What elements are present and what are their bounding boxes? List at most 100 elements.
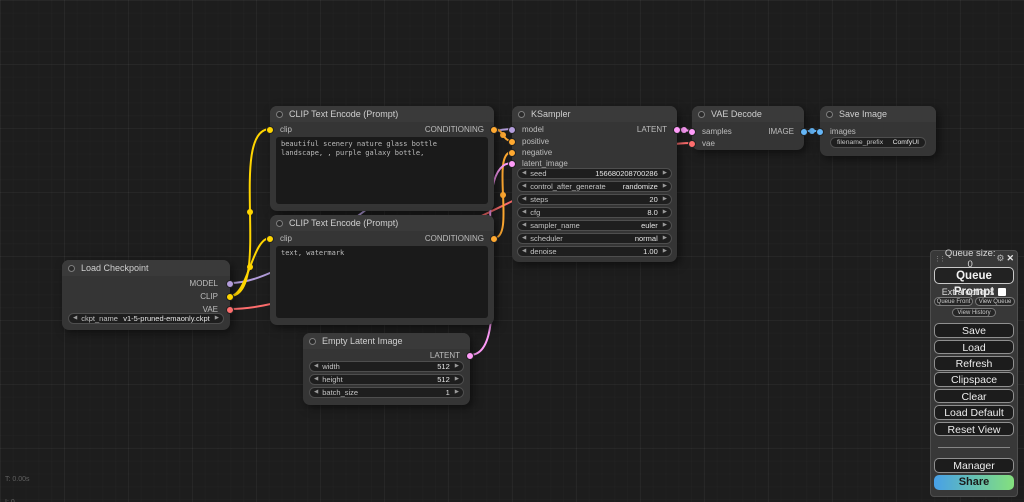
extra-options-checkbox[interactable] — [998, 288, 1006, 296]
widget-value: v1-5-pruned-emaonly.ckpt — [118, 314, 210, 323]
settings-gear-icon[interactable]: ⚙ — [996, 253, 1004, 264]
node-clip-text-encode-negative[interactable]: CLIP Text Encode (Prompt) clip CONDITION… — [270, 215, 494, 325]
batch-size-widget[interactable]: ◀ batch_size 1 ▶ — [309, 387, 464, 398]
ckpt-name-widget[interactable]: ◀ ckpt_name v1-5-pruned-emaonly.ckpt ▶ — [68, 313, 224, 324]
samples-input-port[interactable] — [688, 128, 696, 136]
conditioning-output-port[interactable] — [490, 126, 498, 134]
arrow-right-icon[interactable]: ▶ — [663, 220, 667, 231]
vae-input-port[interactable] — [688, 140, 696, 148]
share-button[interactable]: Share — [934, 475, 1014, 490]
latent-image-input-port[interactable] — [508, 160, 516, 168]
arrow-left-icon[interactable]: ◀ — [314, 387, 318, 398]
arrow-left-icon[interactable]: ◀ — [522, 181, 526, 192]
queue-prompt-button[interactable]: Queue Prompt — [934, 267, 1014, 284]
node-title-bar[interactable]: Save Image — [820, 106, 936, 122]
cfg-widget[interactable]: ◀ cfg 8.0 ▶ — [517, 207, 672, 218]
collapse-dot-icon[interactable] — [276, 111, 283, 118]
negative-prompt-textarea[interactable]: text, watermark — [276, 246, 488, 318]
arrow-left-icon[interactable]: ◀ — [522, 207, 526, 218]
collapse-dot-icon[interactable] — [826, 111, 833, 118]
widget-label: cfg — [530, 208, 540, 217]
latent-output-port[interactable] — [466, 352, 474, 360]
input-label-negative: negative — [522, 148, 552, 157]
model-input-port[interactable] — [508, 126, 516, 134]
node-save-image[interactable]: Save Image images filename_prefix ComfyU… — [820, 106, 936, 156]
clip-input-port[interactable] — [266, 126, 274, 134]
close-icon[interactable]: ✕ — [1006, 253, 1014, 264]
input-label-images: images — [830, 127, 856, 136]
clear-button[interactable]: Clear — [934, 389, 1014, 404]
arrow-left-icon[interactable]: ◀ — [314, 361, 318, 372]
images-input-port[interactable] — [816, 128, 824, 136]
vae-output-port[interactable] — [226, 306, 234, 314]
filename-prefix-widget[interactable]: filename_prefix ComfyUI — [830, 137, 926, 148]
arrow-right-icon[interactable]: ▶ — [663, 194, 667, 205]
load-button[interactable]: Load — [934, 340, 1014, 355]
arrow-left-icon[interactable]: ◀ — [314, 374, 318, 385]
arrow-right-icon[interactable]: ▶ — [455, 374, 459, 385]
width-widget[interactable]: ◀ width 512 ▶ — [309, 361, 464, 372]
menu-divider — [938, 447, 1010, 448]
arrow-right-icon[interactable]: ▶ — [663, 246, 667, 257]
positive-input-port[interactable] — [508, 138, 516, 146]
node-title-bar[interactable]: CLIP Text Encode (Prompt) — [270, 215, 494, 231]
save-button[interactable]: Save — [934, 323, 1014, 338]
arrow-left-icon[interactable]: ◀ — [522, 220, 526, 231]
node-clip-text-encode-positive[interactable]: CLIP Text Encode (Prompt) clip CONDITION… — [270, 106, 494, 211]
manager-button[interactable]: Manager — [934, 458, 1014, 473]
node-empty-latent-image[interactable]: Empty Latent Image LATENT ◀ width 512 ▶ … — [303, 333, 470, 405]
seed-widget[interactable]: ◀ seed 156680208700286 ▶ — [517, 168, 672, 179]
widget-value: ComfyUI — [883, 139, 919, 146]
load-default-button[interactable]: Load Default — [934, 405, 1014, 420]
node-title-bar[interactable]: Load Checkpoint — [62, 260, 230, 276]
refresh-button[interactable]: Refresh — [934, 356, 1014, 371]
collapse-dot-icon[interactable] — [698, 111, 705, 118]
queue-front-button[interactable]: Queue Front — [934, 297, 973, 306]
arrow-right-icon[interactable]: ▶ — [663, 181, 667, 192]
node-title-bar[interactable]: Empty Latent Image — [303, 333, 470, 349]
arrow-right-icon[interactable]: ▶ — [663, 233, 667, 244]
image-output-port[interactable] — [800, 128, 808, 136]
arrow-right-icon[interactable]: ▶ — [663, 168, 667, 179]
height-widget[interactable]: ◀ height 512 ▶ — [309, 374, 464, 385]
clip-input-port[interactable] — [266, 235, 274, 243]
arrow-left-icon[interactable]: ◀ — [522, 246, 526, 257]
drag-handle-icon[interactable]: ⋮⋮ — [934, 255, 944, 263]
arrow-left-icon[interactable]: ◀ — [522, 194, 526, 205]
control-after-generate-widget[interactable]: ◀ control_after_generate randomize ▶ — [517, 181, 672, 192]
arrow-left-icon[interactable]: ◀ — [522, 233, 526, 244]
view-history-button[interactable]: View History — [952, 308, 996, 317]
clipspace-button[interactable]: Clipspace — [934, 372, 1014, 387]
clip-output-port[interactable] — [226, 293, 234, 301]
scheduler-widget[interactable]: ◀ scheduler normal ▶ — [517, 233, 672, 244]
negative-input-port[interactable] — [508, 149, 516, 157]
denoise-widget[interactable]: ◀ denoise 1.00 ▶ — [517, 246, 672, 257]
conditioning-output-port[interactable] — [490, 235, 498, 243]
arrow-left-icon[interactable]: ◀ — [522, 168, 526, 179]
reset-view-button[interactable]: Reset View — [934, 422, 1014, 437]
collapse-dot-icon[interactable] — [518, 111, 525, 118]
positive-prompt-textarea[interactable]: beautiful scenery nature glass bottle la… — [276, 137, 488, 204]
node-title-bar[interactable]: VAE Decode — [692, 106, 804, 122]
view-queue-button[interactable]: View Queue — [975, 297, 1015, 306]
model-output-port[interactable] — [226, 280, 234, 288]
latent-output-port[interactable] — [673, 126, 681, 134]
arrow-right-icon[interactable]: ▶ — [215, 313, 219, 324]
node-title-bar[interactable]: CLIP Text Encode (Prompt) — [270, 106, 494, 122]
node-title: VAE Decode — [711, 109, 762, 119]
collapse-dot-icon[interactable] — [276, 220, 283, 227]
steps-widget[interactable]: ◀ steps 20 ▶ — [517, 194, 672, 205]
collapse-dot-icon[interactable] — [309, 338, 316, 345]
arrow-right-icon[interactable]: ▶ — [663, 207, 667, 218]
node-vae-decode[interactable]: VAE Decode samples vae IMAGE — [692, 106, 804, 150]
sampler-name-widget[interactable]: ◀ sampler_name euler ▶ — [517, 220, 672, 231]
arrow-left-icon[interactable]: ◀ — [73, 313, 77, 324]
link-midpoint-dot — [247, 209, 253, 215]
node-load-checkpoint[interactable]: Load Checkpoint MODEL CLIP VAE ◀ ckpt_na… — [62, 260, 230, 330]
collapse-dot-icon[interactable] — [68, 265, 75, 272]
node-title-bar[interactable]: KSampler — [512, 106, 677, 122]
node-ksampler[interactable]: KSampler model positive negative latent_… — [512, 106, 677, 262]
arrow-right-icon[interactable]: ▶ — [455, 361, 459, 372]
graph-canvas[interactable]: Load Checkpoint MODEL CLIP VAE ◀ ckpt_na… — [0, 0, 1024, 502]
arrow-right-icon[interactable]: ▶ — [455, 387, 459, 398]
